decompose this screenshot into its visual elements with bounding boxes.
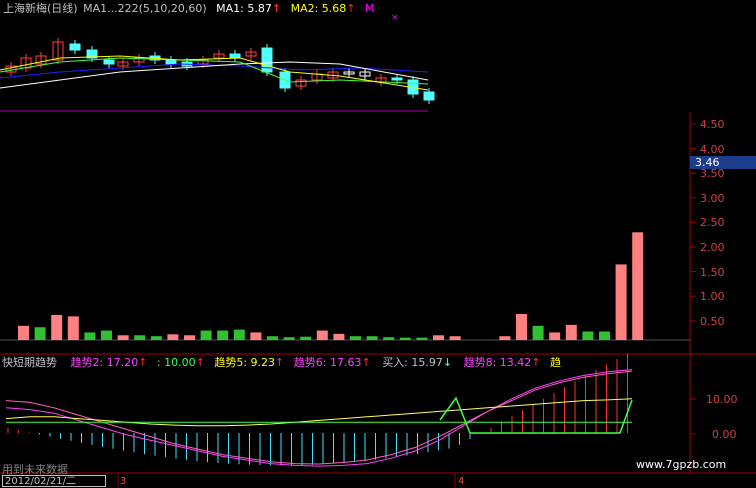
volume-bar (283, 337, 295, 340)
axis-tick-label: 2.50 (700, 216, 725, 230)
buy-value: 买入: 15.97 (382, 356, 443, 369)
candle-body (229, 53, 241, 59)
volume-bar (267, 336, 278, 340)
volume-bar (101, 330, 112, 340)
candle-body (165, 59, 177, 65)
period-marker-3: 3 (120, 476, 127, 487)
axis-tick-label: 3.50 (700, 167, 725, 181)
candle-body (391, 77, 403, 81)
trend3-value: : 10.00 (156, 356, 196, 369)
trend2-value: 趋势2: 17.20 (70, 356, 139, 369)
volume-bar (599, 331, 610, 340)
top-panel-header: 上海新梅(日线) MA1...222(5,10,20,60) MA1: 5.87… (3, 2, 375, 15)
volume-bar (416, 337, 428, 340)
volume-bar (67, 316, 79, 340)
indicator-name: 快短期趋势 (2, 356, 57, 369)
volume-bar (350, 336, 361, 340)
current-value: 3.46 (695, 156, 720, 169)
volume-bar (233, 329, 245, 340)
axis-tick-label: 0.50 (700, 314, 725, 328)
trend5-arrow: ↑ (275, 356, 285, 369)
candle-body (423, 91, 435, 101)
trend-line-pink (5, 370, 633, 465)
volume-bar (134, 335, 146, 340)
stock-chart-canvas (0, 38, 756, 487)
volume-bar (632, 232, 644, 340)
volume-bar (582, 331, 594, 340)
axis-tick-label: 2.00 (700, 241, 725, 254)
axis-tick-label: 4.50 (700, 118, 725, 131)
volume-bar (433, 335, 444, 340)
chart-title: 上海新梅(日线) (3, 2, 78, 15)
volume-bar (383, 337, 395, 340)
signal-line (439, 396, 633, 434)
volume-bar (300, 336, 312, 340)
candle-body (69, 43, 81, 51)
volume-bar (565, 324, 577, 340)
volume-bar (549, 332, 561, 340)
trend-cut: 趋 (550, 356, 562, 369)
volume-bar (34, 327, 46, 340)
volume-bar (499, 336, 511, 340)
trend8-value: 趋势8: 13.42 (463, 356, 532, 369)
volume-bar (615, 264, 627, 340)
volume-bar (150, 336, 162, 340)
candle-body (103, 59, 115, 65)
axis-tick-label: 3.00 (700, 191, 725, 205)
volume-bar (333, 333, 345, 340)
volume-bar (117, 335, 129, 340)
ma-more: M (365, 2, 375, 15)
axis-tick-label: 1.00 (700, 290, 725, 304)
axis-tick-label: 1.50 (700, 265, 725, 279)
axis-tick-label: 4.00 (700, 142, 725, 156)
volume-bar (250, 332, 262, 340)
trend2-arrow: ↑ (138, 356, 148, 369)
buy-arrow: ↓ (442, 356, 453, 369)
ma1-label: MA1: 5.87 (216, 2, 272, 15)
trend-line-magenta (5, 369, 633, 467)
trend3-arrow: ↑ (195, 356, 205, 369)
trend6-arrow: ↑ (361, 356, 371, 369)
volume-bar (84, 332, 96, 340)
trend8-arrow: ↑ (531, 356, 541, 369)
volume-bar (184, 335, 195, 340)
period-marker-4: 4 (458, 476, 465, 487)
volume-bar (316, 330, 328, 340)
volume-bar (366, 336, 378, 340)
trend5-value: 趋势5: 9.23 (214, 356, 276, 369)
volume-bar (399, 337, 411, 340)
trend6-value: 趋势6: 17.63 (293, 356, 362, 369)
ma2-arrow: ↑ (346, 2, 356, 15)
volume-bar (532, 325, 544, 340)
volume-bar (516, 314, 527, 340)
ma2-label: MA2: 5.68 (290, 2, 347, 15)
price-marker: × (391, 13, 399, 23)
date-cursor-label[interactable]: 2012/02/21/二 (2, 475, 106, 487)
axis-tick-10: 10.00 (706, 393, 738, 406)
volume-bar (200, 330, 212, 340)
axis-tick-0: 0.00 (712, 428, 737, 441)
ma-params: MA1...222(5,10,20,60) (83, 2, 207, 15)
volume-bar (449, 336, 461, 340)
ma1-arrow: ↑ (271, 2, 282, 15)
indicator-header: 快短期趋势 趋势2: 17.20↑ : 10.00↑ 趋势5: 9.23↑ 趋势… (2, 356, 561, 369)
volume-bar (51, 314, 63, 340)
watermark: www.7gpzb.com (636, 458, 727, 471)
ma-line-white (0, 61, 429, 89)
volume-bar (217, 330, 229, 340)
volume-bar (18, 325, 29, 340)
current-value-box: 3.46 (690, 156, 756, 169)
volume-bar (167, 334, 179, 340)
